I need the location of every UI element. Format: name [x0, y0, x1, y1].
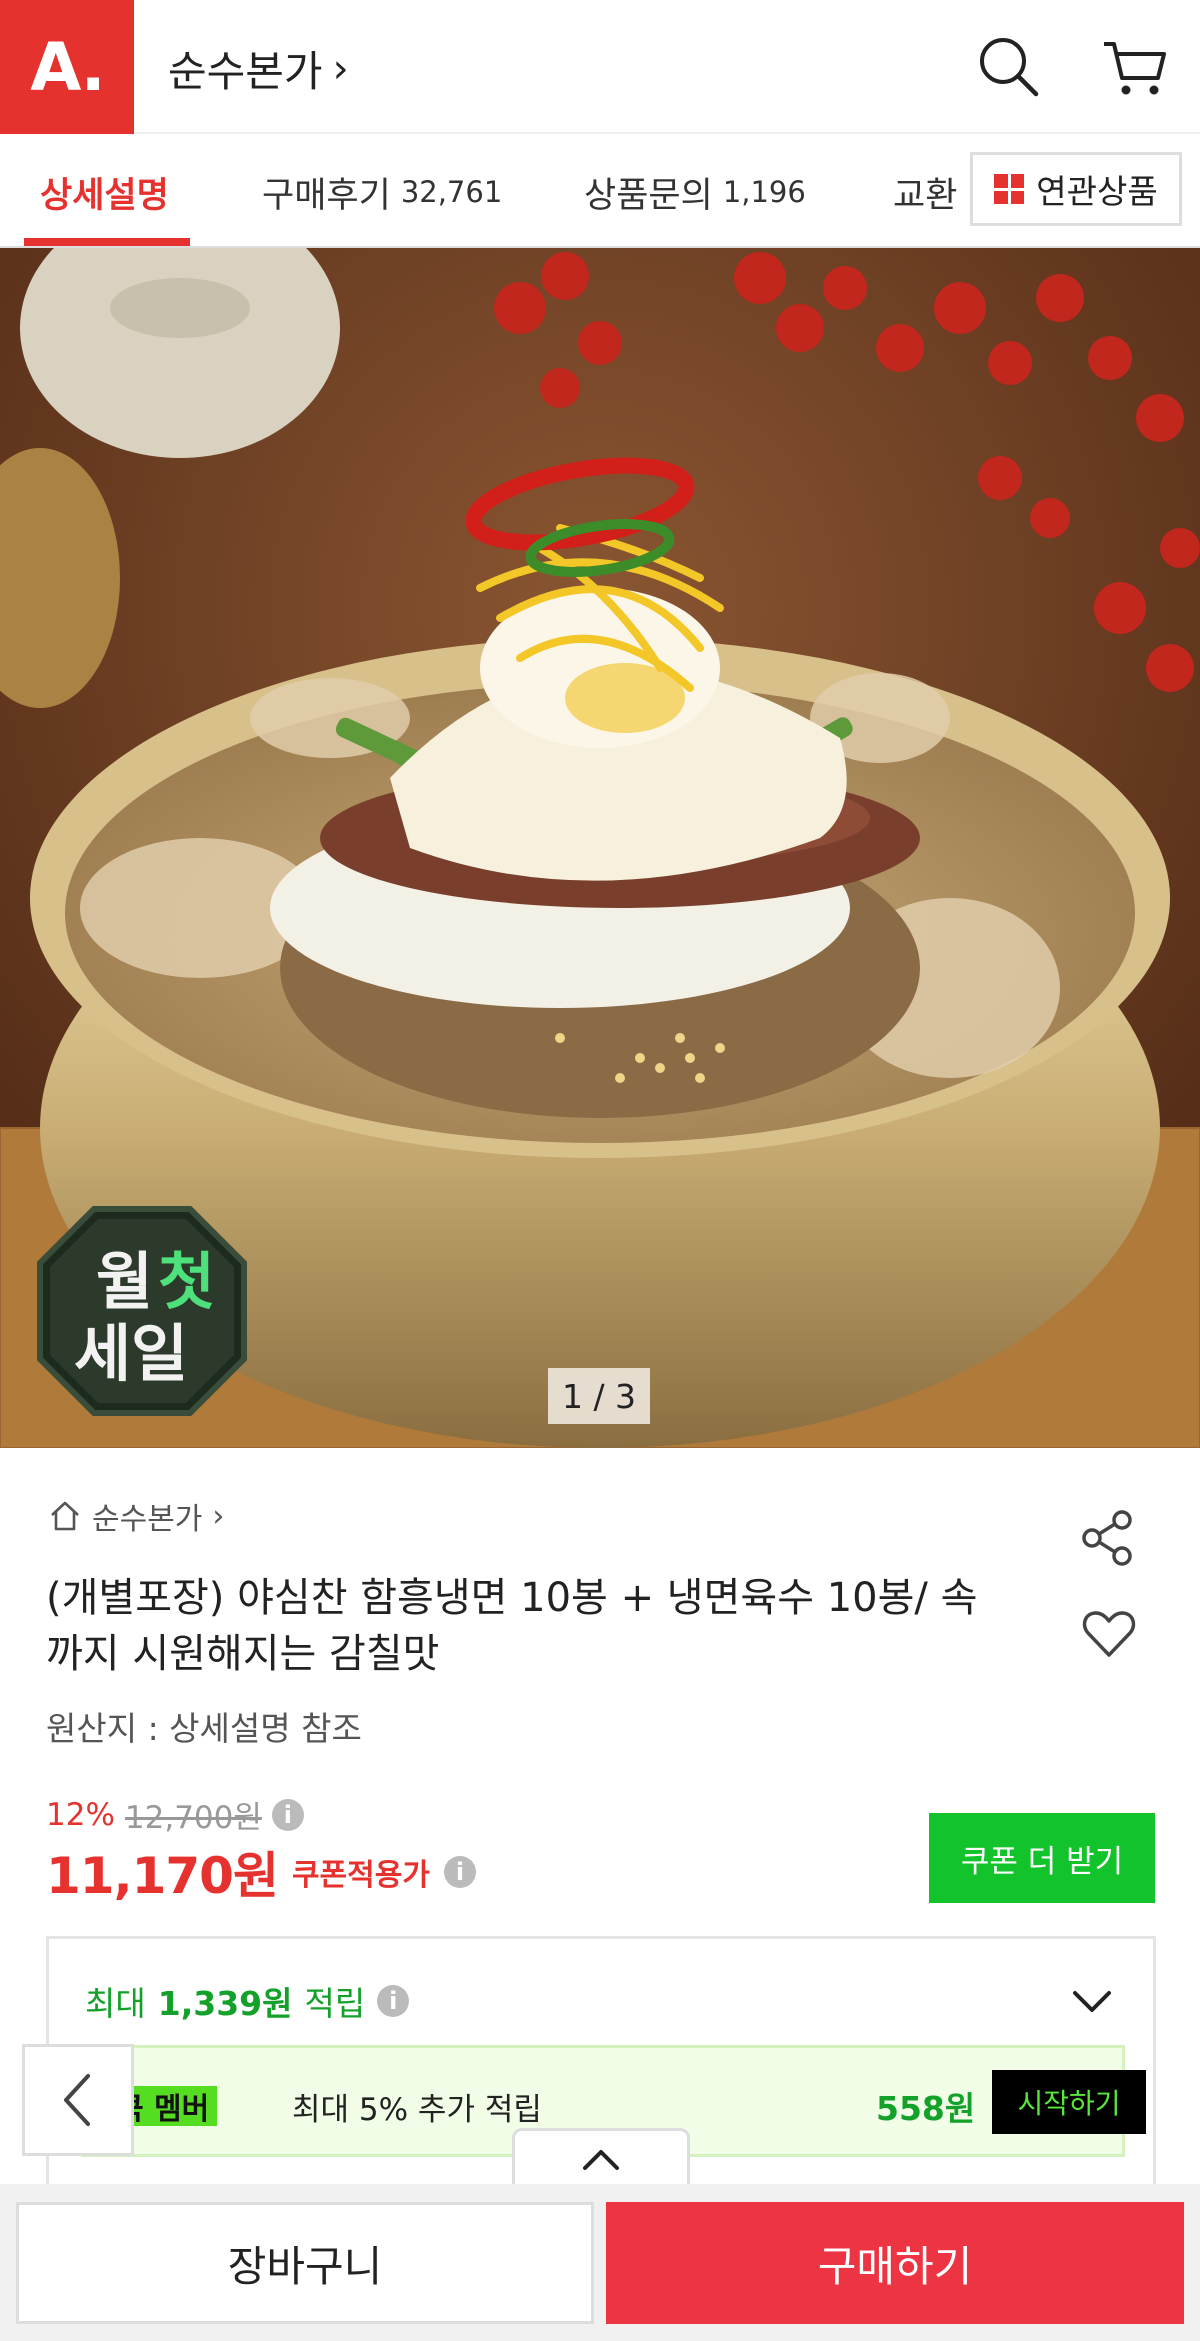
get-more-coupons-button[interactable]: 쿠폰 더 받기	[929, 1813, 1155, 1903]
heart-icon[interactable]	[1080, 1605, 1138, 1663]
related-products-button[interactable]: 연관상품	[970, 152, 1182, 226]
discount-row: 12% 12,700원 i	[46, 1792, 304, 1837]
price-row: 11,170원 쿠폰적용가 i	[46, 1836, 476, 1908]
product-image-gallery[interactable]: 월 첫 세일	[0, 248, 1200, 1448]
tab-count: 32,761	[400, 175, 503, 209]
store-link[interactable]: 순수본가 ›	[168, 38, 349, 99]
badge-text-2: 세일	[74, 1317, 188, 1390]
max-reward-row[interactable]: 최대 1,339원 적립 i	[85, 1977, 410, 2025]
info-icon[interactable]: i	[271, 1798, 304, 1831]
home-icon	[51, 1501, 79, 1531]
buy-now-button[interactable]: 구매하기	[606, 2202, 1184, 2324]
badge-text-1a: 월	[96, 1245, 153, 1318]
discount-rate: 12%	[46, 1796, 115, 1833]
tab-count: 1,196	[722, 175, 806, 209]
original-price: 12,700원	[124, 1800, 262, 1836]
tab-exchange[interactable]: 교환	[893, 136, 958, 246]
chevron-right-icon: ›	[332, 45, 349, 92]
cart-icon[interactable]	[1098, 30, 1172, 104]
reward-amount: 1,339원	[157, 1984, 293, 2023]
share-icon[interactable]	[1078, 1508, 1138, 1568]
active-tab-indicator	[24, 238, 190, 246]
member-reward-text: 최대 5% 추가 적립	[292, 2092, 542, 2128]
start-membership-button[interactable]: 시작하기	[992, 2070, 1146, 2134]
home-logo[interactable]: A.	[0, 0, 134, 134]
back-button[interactable]	[22, 2044, 134, 2156]
sale-price: 11,170원	[46, 1847, 279, 1905]
badge-text-1b: 첫	[158, 1245, 215, 1318]
info-icon[interactable]: i	[443, 1856, 476, 1888]
add-to-cart-button[interactable]: 장바구니	[16, 2202, 594, 2324]
chevron-right-icon: ›	[212, 1498, 225, 1534]
tab-inquiries[interactable]: 상품문의 1,196	[584, 136, 806, 246]
chevron-up-icon	[583, 2149, 619, 2170]
origin-info: 원산지 : 상세설명 참조	[46, 1709, 362, 1748]
grid-icon	[994, 174, 1025, 204]
info-icon[interactable]: i	[377, 1985, 410, 2017]
member-reward-amount: 558원	[876, 2089, 976, 2128]
monthly-sale-badge: 월 첫 세일	[37, 1206, 247, 1416]
brand-name: 순수본가	[92, 1502, 203, 1537]
chevron-down-icon[interactable]	[1069, 1979, 1115, 2025]
reward-prefix: 최대	[85, 1984, 146, 2023]
product-title: (개별포장) 야심찬 함흥냉면 10봉 + 냉면육수 10봉/ 속까지 시원해지…	[46, 1575, 978, 1677]
store-name: 순수본가	[168, 47, 323, 96]
related-products-label: 연관상품	[1036, 172, 1158, 211]
search-icon[interactable]	[972, 30, 1046, 104]
tab-details[interactable]: 상세설명	[40, 136, 169, 246]
tab-label: 구매후기	[262, 175, 391, 216]
bottom-action-bar: 장바구니 구매하기	[0, 2184, 1200, 2341]
tab-reviews[interactable]: 구매후기 32,761	[262, 136, 503, 246]
tab-label: 상품문의	[584, 175, 713, 216]
coupon-applied-label: 쿠폰적용가	[291, 1858, 430, 1893]
top-header: A. 순수본가 ›	[0, 0, 1200, 134]
image-counter: 1 / 3	[548, 1368, 650, 1424]
tab-label: 교환	[893, 175, 958, 216]
reward-suffix: 적립	[304, 1984, 366, 2023]
tab-label: 상세설명	[40, 175, 169, 216]
brand-link[interactable]: 순수본가 ›	[48, 1494, 224, 1538]
expand-options-handle[interactable]	[512, 2128, 690, 2186]
chevron-left-icon	[64, 2074, 90, 2126]
